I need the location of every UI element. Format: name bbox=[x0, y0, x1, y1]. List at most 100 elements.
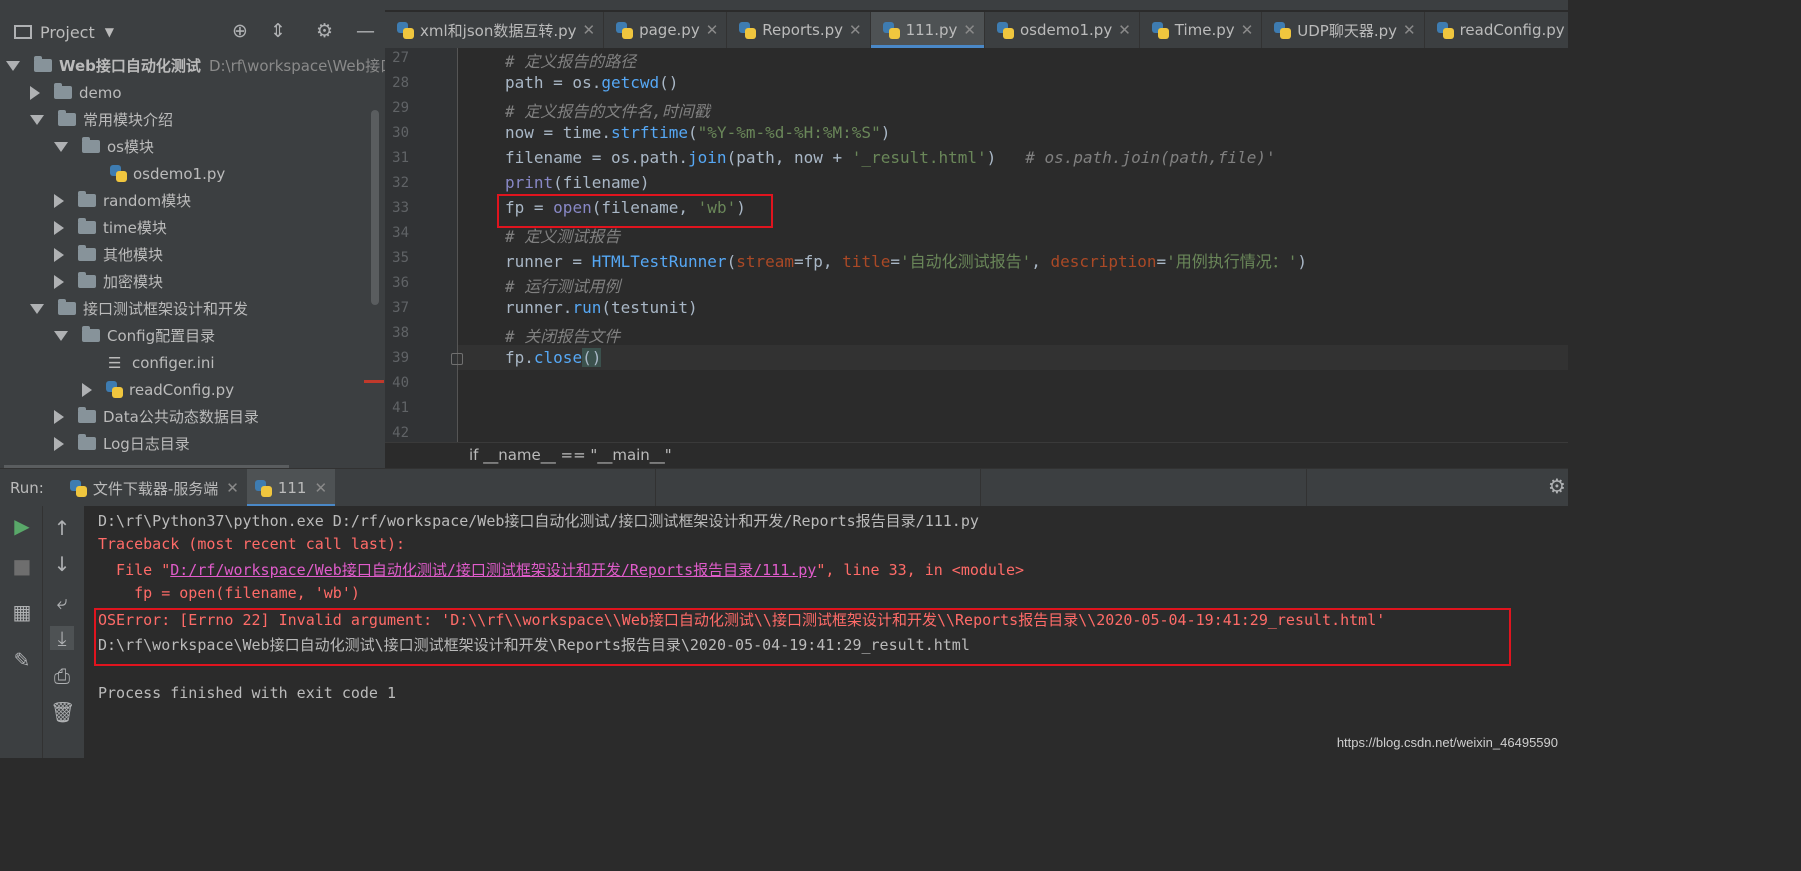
line-number: 31 bbox=[392, 150, 409, 166]
tree-item-config-dir[interactable]: Config配置目录 bbox=[54, 322, 215, 349]
folder-icon bbox=[78, 272, 96, 288]
run-tab-file-downloader[interactable]: 文件下载器-服务端 ✕ bbox=[62, 469, 247, 507]
line-number: 37 bbox=[392, 300, 409, 316]
watermark: https://blog.csdn.net/weixin_46495590 bbox=[1336, 735, 1558, 750]
expand-arrow-icon[interactable] bbox=[54, 141, 68, 152]
arrow-down-icon[interactable]: ↓ bbox=[50, 552, 74, 576]
scroll-to-end-icon[interactable]: ⤓ bbox=[50, 626, 74, 650]
run-tab-111[interactable]: 111 ✕ bbox=[246, 469, 336, 507]
layout-icon[interactable]: ▦ bbox=[10, 600, 34, 624]
pin-icon[interactable]: ✎ bbox=[10, 648, 34, 672]
expand-arrow-icon[interactable] bbox=[54, 220, 64, 235]
gutter-divider bbox=[457, 48, 458, 442]
close-icon[interactable]: ✕ bbox=[583, 21, 596, 39]
close-icon[interactable]: ✕ bbox=[226, 479, 239, 497]
gear-icon[interactable]: ⚙ bbox=[1548, 474, 1566, 498]
expand-arrow-icon[interactable] bbox=[30, 303, 44, 314]
tab-page[interactable]: page.py ✕ bbox=[604, 12, 728, 48]
close-icon[interactable]: ✕ bbox=[963, 21, 976, 39]
line-number: 27 bbox=[392, 50, 409, 66]
tab-reports[interactable]: Reports.py ✕ bbox=[727, 12, 871, 48]
folder-icon bbox=[78, 434, 96, 450]
tree-item-readconfig[interactable]: readConfig.py bbox=[82, 376, 234, 403]
chevron-down-icon[interactable]: ▼ bbox=[105, 25, 114, 39]
gear-icon[interactable]: ⚙ bbox=[316, 20, 333, 42]
print-icon[interactable]: ⎙ bbox=[50, 664, 74, 688]
expand-arrow-icon[interactable] bbox=[54, 247, 64, 262]
expand-arrow-icon[interactable] bbox=[6, 60, 20, 71]
tree-item-crypto-module[interactable]: 加密模块 bbox=[54, 268, 163, 295]
tree-item-common-modules[interactable]: 常用模块介绍 bbox=[30, 106, 173, 133]
project-panel-title[interactable]: Project bbox=[40, 23, 95, 42]
tree-item-label: time模块 bbox=[103, 219, 167, 237]
run-toolbar-divider bbox=[42, 506, 43, 758]
breadcrumb[interactable]: if __name__ == "__main__" bbox=[385, 442, 1568, 469]
tree-item-time-module[interactable]: time模块 bbox=[54, 214, 167, 241]
tab-111[interactable]: 111.py ✕ bbox=[870, 12, 985, 48]
tree-item-os-module[interactable]: os模块 bbox=[54, 133, 154, 160]
tree-item-label: configer.ini bbox=[132, 353, 215, 372]
expand-arrow-icon[interactable] bbox=[82, 382, 92, 397]
python-file-icon bbox=[69, 479, 87, 497]
close-icon[interactable]: ✕ bbox=[1403, 21, 1416, 39]
folder-icon bbox=[78, 245, 96, 261]
header-divider bbox=[655, 468, 656, 506]
tree-item-root[interactable]: Web接口自动化测试 D:\rf\workspace\Web接口 bbox=[6, 52, 385, 79]
tree-item-osdemo1[interactable]: osdemo1.py bbox=[110, 160, 225, 187]
tree-item-configer-ini[interactable]: ☰ configer.ini bbox=[108, 349, 215, 376]
hide-panel-icon[interactable]: — bbox=[356, 20, 375, 42]
tab-label: xml和json数据互转.py bbox=[420, 21, 577, 40]
collapse-all-icon[interactable]: ⇕ bbox=[270, 20, 286, 42]
code-line-38: # 关闭报告文件 bbox=[505, 327, 621, 346]
soft-wrap-icon[interactable]: ⤶ bbox=[50, 590, 74, 614]
close-icon[interactable]: ✕ bbox=[706, 21, 719, 39]
tree-item-other-modules[interactable]: 其他模块 bbox=[54, 241, 163, 268]
run-tab-label: 111 bbox=[277, 479, 307, 497]
header-divider bbox=[1306, 468, 1307, 506]
rerun-icon[interactable]: ▶ bbox=[10, 514, 34, 538]
tab-udp-chat[interactable]: UDP聊天器.py ✕ bbox=[1262, 12, 1425, 48]
code-editor[interactable]: 27 28 29 30 31 32 33 34 35 36 37 38 39 4… bbox=[385, 48, 1568, 442]
tab-label: UDP聊天器.py bbox=[1297, 21, 1398, 40]
close-icon[interactable]: ✕ bbox=[849, 21, 862, 39]
expand-arrow-icon[interactable] bbox=[54, 193, 64, 208]
expand-arrow-icon[interactable] bbox=[30, 85, 40, 100]
code-line-39: fp.close() bbox=[505, 348, 602, 367]
console-traceback: Traceback (most recent call last): bbox=[98, 535, 406, 553]
tree-item-label: readConfig.py bbox=[129, 380, 235, 399]
tree-item-random-module[interactable]: random模块 bbox=[54, 187, 191, 214]
fold-marker-icon[interactable] bbox=[451, 353, 463, 365]
close-icon[interactable]: ✕ bbox=[314, 479, 327, 497]
tab-xml-json[interactable]: xml和json数据互转.py ✕ bbox=[385, 12, 605, 48]
expand-arrow-icon[interactable] bbox=[54, 409, 64, 424]
python-file-icon bbox=[996, 21, 1014, 39]
locate-icon[interactable]: ⊕ bbox=[232, 20, 248, 42]
expand-arrow-icon[interactable] bbox=[54, 330, 68, 341]
tab-osdemo1[interactable]: osdemo1.py ✕ bbox=[985, 12, 1140, 48]
run-tab-label: 文件下载器-服务端 bbox=[92, 479, 219, 498]
code-line-28: path = os.getcwd() bbox=[505, 73, 679, 92]
expand-arrow-icon[interactable] bbox=[54, 274, 64, 289]
tree-item-label: demo bbox=[79, 83, 122, 102]
close-icon[interactable]: ✕ bbox=[1241, 21, 1254, 39]
expand-arrow-icon[interactable] bbox=[54, 436, 64, 451]
run-console[interactable]: D:\rf\Python37\python.exe D:/rf/workspac… bbox=[84, 506, 1568, 758]
stop-icon[interactable]: ■ bbox=[10, 554, 34, 578]
project-vertical-scrollbar[interactable] bbox=[371, 110, 379, 305]
python-file-icon bbox=[1151, 21, 1169, 39]
line-number: 39 bbox=[392, 350, 409, 366]
highlight-box-error bbox=[94, 608, 1511, 666]
line-number: 40 bbox=[392, 375, 409, 391]
tree-item-api-framework[interactable]: 接口测试框架设计和开发 bbox=[30, 295, 248, 322]
tree-item-demo[interactable]: demo bbox=[30, 79, 122, 106]
expand-arrow-icon[interactable] bbox=[30, 114, 44, 125]
tree-item-log-dir[interactable]: Log日志目录 bbox=[54, 430, 190, 457]
console-file-link[interactable]: D:/rf/workspace/Web接口自动化测试/接口测试框架设计和开发/R… bbox=[170, 561, 816, 579]
tree-item-data-dir[interactable]: Data公共动态数据目录 bbox=[54, 403, 259, 430]
arrow-up-icon[interactable]: ↑ bbox=[50, 516, 74, 540]
tab-readconfig[interactable]: readConfig.py bbox=[1425, 12, 1568, 48]
folder-icon bbox=[58, 110, 76, 126]
trash-icon[interactable]: 🗑 bbox=[50, 700, 75, 724]
tab-time[interactable]: Time.py ✕ bbox=[1140, 12, 1263, 48]
close-icon[interactable]: ✕ bbox=[1118, 21, 1131, 39]
